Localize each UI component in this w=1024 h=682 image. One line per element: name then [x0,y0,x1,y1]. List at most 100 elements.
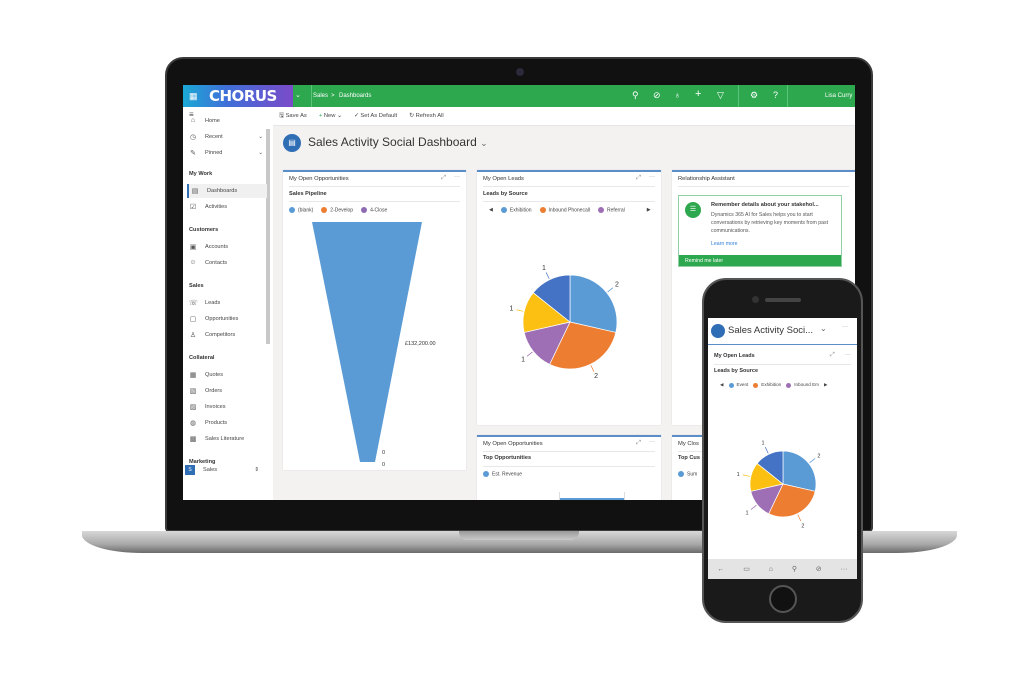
breadcrumb-sales[interactable]: Sales [313,93,328,99]
legend-item[interactable]: Exhibition [500,207,532,213]
sidebar-scrollbar[interactable] [266,129,270,344]
sidebar-section-title: Collateral [189,355,215,361]
sidebar-item-invoices[interactable]: ▨ Invoices [189,403,269,411]
set-default-label: Set As Default [360,113,398,119]
search-icon[interactable]: ⚲ [792,565,797,573]
plus-icon[interactable]: + [695,88,701,100]
section-label: Collateral [189,355,215,361]
gear-icon[interactable]: ⚙ [750,90,758,101]
sidebar-item-activities[interactable]: ☑ Activities [189,203,269,211]
lightbulb-icon[interactable]: ♁ [674,90,681,100]
dashboard-icon [711,324,725,338]
legend-item[interactable]: 4-Close [361,207,387,213]
expand-icon[interactable]: ⤢ [636,175,641,182]
legend-item[interactable]: Exhibition [753,382,781,388]
sidebar-item-orders[interactable]: ▧ Orders [189,387,269,395]
filter-icon[interactable]: ▽ [717,90,724,101]
sidebar-item-competitors[interactable]: ♙ Competitors [189,331,269,339]
chevron-down-icon[interactable]: ⌄ [480,138,488,148]
sidebar-item-label: Sales Literature [205,436,245,442]
expand-icon[interactable]: ⤢ [441,175,446,182]
laptop-notch [459,531,579,540]
legend-prev-icon[interactable]: ◀ [489,207,493,213]
sidebar-item-sales-literature[interactable]: ▩ Sales Literature [189,435,269,443]
legend-item[interactable]: Inbound Phonecall [539,207,590,213]
sidebar-item-label: Dashboards [207,188,238,194]
learn-more-link[interactable]: Learn more [711,241,738,247]
sidebar-item-opportunities[interactable]: ▢ Opportunities [189,315,269,323]
sidebar-item-home[interactable]: ⌂ Home [189,117,269,124]
sidebar-item-accounts[interactable]: ▣ Accounts [189,243,269,251]
more-icon[interactable]: ··· [842,324,848,330]
legend-prev-icon[interactable]: ◀ [720,382,724,388]
area-badge: S [185,465,195,475]
legend-item[interactable]: (blank) [289,207,313,213]
sidebar-item-products[interactable]: ◍ Products [189,419,269,427]
sidebar-item-pinned[interactable]: ✎ Pinned ⌄ [189,149,269,157]
more-icon[interactable]: ··· [454,174,460,180]
more-icon[interactable]: ··· [649,174,655,180]
legend-item[interactable]: Referral [597,207,625,213]
legend-item[interactable]: Sum [678,471,697,477]
sidebar-item-label: Recent [205,134,223,140]
sidebar-item-leads[interactable]: ☏ Leads [189,299,269,307]
search-icon[interactable]: ⚲ [632,90,639,101]
home-icon[interactable]: ⌂ [769,566,773,573]
phone-screen: Sales Activity Soci... ⌄ ··· My Open Lea… [708,318,857,579]
expand-icon[interactable]: ⤢ [830,352,835,359]
more-icon[interactable]: ··· [841,566,848,573]
sidebar-item-recent[interactable]: ◷ Recent ⌄ [189,133,269,141]
legend-next-icon[interactable]: ▶ [824,382,828,388]
breadcrumb-dashboards[interactable]: Dashboards [339,93,371,99]
chart-legend: Sum [678,471,697,477]
chevron-down-icon[interactable]: ⌄ [295,91,301,99]
home-icon: ⌂ [190,117,196,124]
phone-title[interactable]: Sales Activity Soci... [728,325,813,336]
page-title: Sales Activity Social Dashboard [308,135,477,149]
expand-icon[interactable]: ⤢ [636,440,641,447]
chevron-down-icon[interactable]: ⌄ [820,324,827,333]
menu-icon[interactable]: ▭ [743,565,750,573]
refresh-all-button[interactable]: ↻ Refresh All [409,113,444,119]
chart-title: Top Cus [678,455,700,461]
breadcrumb-separator: > [331,93,335,99]
task-icon[interactable]: ⊘ [816,565,822,573]
quotes-icon: ▦ [189,372,197,379]
app-launcher-icon[interactable]: ▦ [189,91,198,102]
set-default-button[interactable]: ✓ Set As Default [354,113,397,119]
more-icon[interactable]: ··· [845,352,851,358]
legend-item[interactable]: Inbound Em [786,382,819,388]
user-name[interactable]: Lisa Curry [825,93,852,99]
help-icon[interactable]: ? [773,90,778,100]
chart-legend: (blank) 2-Develop 4-Close [289,207,387,213]
new-button[interactable]: + New ⌄ [319,113,342,119]
more-icon[interactable]: ··· [649,439,655,445]
legend-item[interactable]: Est. Revenue [483,471,522,477]
assistant-card: ☰ Remember details about your stakehol..… [678,195,842,267]
sidebar-item-dashboards[interactable]: ▤ Dashboards [187,184,267,198]
leads-icon: ☏ [189,300,198,307]
sales-literature-icon: ▩ [189,436,197,443]
area-switcher[interactable]: S Sales ⇕ [185,465,265,475]
save-as-button[interactable]: 🖫 Save As [279,111,307,121]
plus-icon: + [318,113,323,119]
back-icon[interactable]: ← [717,566,724,573]
sidebar-item-label: Products [205,420,228,426]
legend-next-icon[interactable]: ▶ [647,207,651,213]
recent-icon: ◷ [189,134,197,141]
sidebar-item-contacts[interactable]: ☺ Contacts [189,259,269,266]
dashboard-selector[interactable]: Sales Activity Social Dashboard ⌄ [308,135,488,149]
area-label: Sales [203,467,217,473]
task-icon[interactable]: ⊘ [653,90,661,101]
chart-title: Sales Pipeline [289,191,327,197]
sidebar-item-quotes[interactable]: ▦ Quotes [189,371,269,379]
sidebar-item-label: Pinned [205,150,223,156]
sidebar-section-title: Sales [189,283,204,289]
remind-later-button[interactable]: Remind me later [679,255,841,266]
contacts-icon: ☺ [189,259,197,266]
legend-item[interactable]: 2-Develop [321,207,353,213]
assistant-heading: Remember details about your stakehol... [711,202,819,208]
assistant-body: Dynamics 365 AI for Sales helps you to s… [711,212,829,234]
legend-item[interactable]: Event [728,382,748,388]
card-title: My Open Opportunities [289,176,349,182]
